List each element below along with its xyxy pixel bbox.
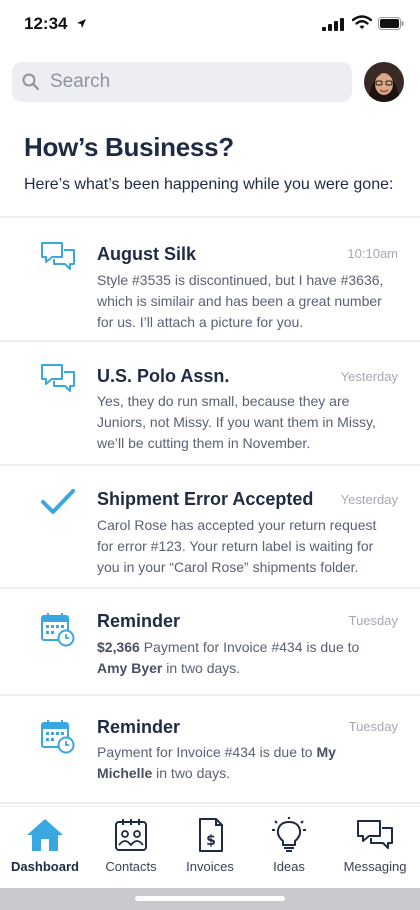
checkmark-icon [41, 489, 75, 514]
feed-item-august-silk[interactable]: August Silk 10:10am Style #3535 is disco… [0, 218, 420, 342]
feed-item-body: Yes, they do run small, because they are… [97, 393, 376, 451]
chat-bubbles-icon [41, 242, 75, 270]
activity-feed: August Silk 10:10am Style #3535 is disco… [0, 216, 420, 804]
house-icon [27, 819, 63, 851]
search-input[interactable] [50, 70, 340, 94]
invoice-icon: $ [199, 818, 223, 852]
feed-item-body: $2,366 Payment for Invoice #434 is due t… [97, 637, 387, 679]
body-text: Payment for Invoice #434 is due to [97, 744, 317, 760]
messaging-icon [357, 820, 393, 849]
calendar-clock-icon [41, 613, 75, 647]
body-text: in two days. [152, 765, 231, 781]
search-bar[interactable] [12, 62, 352, 102]
contacts-icon [115, 819, 147, 851]
tab-contacts[interactable]: Contacts [89, 817, 173, 887]
feed-item-shipment-error[interactable]: Shipment Error Accepted Yesterday Carol … [0, 466, 420, 589]
svg-text:$: $ [206, 833, 216, 849]
page-subtitle: Here’s what’s been happening while you w… [24, 176, 394, 193]
tab-label: Contacts [105, 859, 157, 874]
contact-name: Amy Byer [97, 660, 163, 676]
tab-bar: Dashboard Contacts $ Invoices Ideas Mess… [0, 806, 420, 888]
tab-label: Ideas [273, 859, 305, 874]
battery-icon [378, 17, 404, 30]
tab-invoices[interactable]: $ Invoices [168, 817, 252, 887]
wifi-icon [352, 15, 372, 29]
page-title: How’s Business? [24, 132, 234, 162]
search-icon [22, 73, 40, 91]
feed-item-time: 10:10am [347, 246, 398, 261]
feed-item-reminder[interactable]: Reminder Tuesday Payment for Invoice #43… [0, 696, 420, 804]
calendar-clock-icon [41, 720, 75, 754]
payment-amount: $2,366 [97, 639, 140, 655]
feed-item-reminder[interactable]: Reminder Tuesday $2,366 Payment for Invo… [0, 589, 420, 696]
feed-item-body: Payment for Invoice #434 is due to My Mi… [97, 742, 387, 784]
tab-label: Messaging [343, 859, 407, 874]
feed-item-title: Shipment Error Accepted [97, 489, 314, 509]
tab-messaging[interactable]: Messaging [333, 817, 417, 887]
feed-item-time: Yesterday [340, 492, 398, 507]
body-text: in two days. [162, 660, 241, 676]
status-time: 12:34 [24, 14, 68, 33]
home-indicator-bar [0, 888, 420, 910]
home-indicator[interactable] [135, 896, 285, 901]
feed-item-body: Style #3535 is discontinued, but I have … [97, 272, 384, 330]
cellular-signal-icon [322, 18, 344, 31]
tab-label: Invoices [186, 859, 234, 874]
feed-item-title: August Silk [97, 244, 197, 264]
feed-item-time: Tuesday [348, 613, 398, 628]
avatar-image [364, 62, 404, 102]
chat-bubbles-icon [41, 364, 75, 392]
tab-ideas[interactable]: Ideas [247, 817, 331, 887]
status-bar: 12:34 [0, 0, 420, 50]
body-text: Payment for Invoice #434 is due to [139, 639, 360, 655]
lightbulb-icon [272, 817, 306, 852]
location-arrow-icon [77, 19, 86, 28]
feed-item-title: U.S. Polo Assn. [97, 366, 230, 386]
feed-item-us-polo[interactable]: U.S. Polo Assn. Yesterday Yes, they do r… [0, 342, 420, 466]
tab-label: Dashboard [11, 859, 79, 874]
tab-dashboard[interactable]: Dashboard [3, 817, 87, 887]
feed-item-title: Reminder [97, 611, 181, 631]
feed-item-time: Tuesday [348, 719, 398, 734]
feed-item-body: Carol Rose has accepted your return requ… [97, 517, 377, 575]
feed-item-time: Yesterday [340, 369, 398, 384]
feed-item-title: Reminder [97, 717, 181, 737]
avatar[interactable] [364, 62, 404, 102]
